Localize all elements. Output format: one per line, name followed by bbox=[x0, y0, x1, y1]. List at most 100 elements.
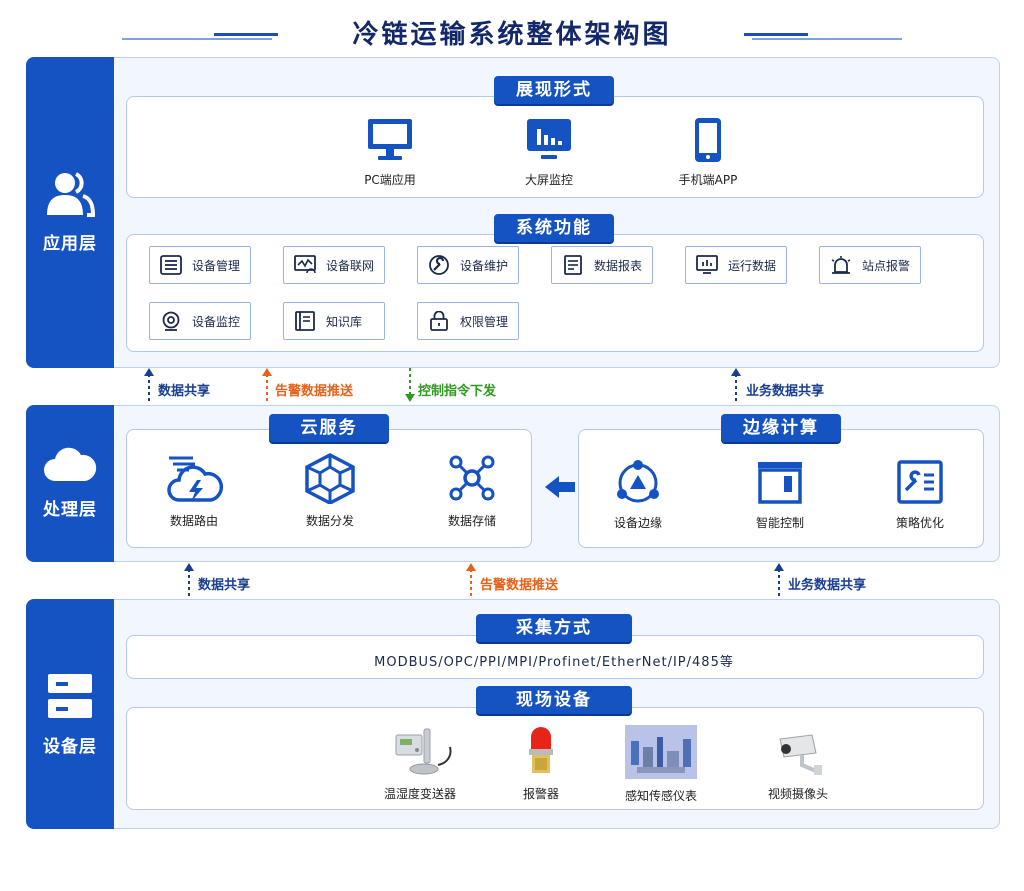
edge-item-smart-control: 智能控制 bbox=[740, 458, 820, 531]
lock-icon bbox=[430, 311, 448, 331]
network-chart-icon bbox=[294, 255, 316, 274]
display-heading: 展现形式 bbox=[494, 76, 614, 104]
circular-nodes-icon bbox=[617, 460, 659, 503]
cloud-item-routing: 数据路由 bbox=[154, 452, 234, 529]
node-graph-icon bbox=[449, 455, 495, 501]
diagram-title: 冷链运输系统整体架构图 bbox=[352, 20, 672, 50]
function-device-network[interactable]: 设备联网 bbox=[283, 246, 385, 284]
arrow-label-data-share-lower: 数据共享 bbox=[198, 578, 251, 593]
alarm-light-icon bbox=[831, 256, 851, 274]
title-deco-left bbox=[214, 33, 278, 36]
field-item-thermo-hygro: 温湿度变送器 bbox=[375, 725, 465, 802]
list-icon bbox=[160, 255, 182, 275]
function-device-management[interactable]: 设备管理 bbox=[149, 246, 251, 284]
mobile-phone-icon bbox=[695, 118, 721, 162]
function-knowledge-base[interactable]: 知识库 bbox=[283, 302, 385, 340]
arrow-control-command-down bbox=[405, 368, 415, 402]
function-runtime-data[interactable]: 运行数据 bbox=[685, 246, 787, 284]
cctv-camera-icon bbox=[779, 734, 822, 775]
device-layer-name: 设备层 bbox=[43, 736, 97, 757]
functions-heading: 系统功能 bbox=[494, 214, 614, 242]
edge-compute-heading: 边缘计算 bbox=[721, 414, 841, 442]
report-icon bbox=[564, 255, 582, 275]
cloud-item-storage: 数据存储 bbox=[432, 452, 512, 529]
field-item-alarm: 报警器 bbox=[496, 725, 586, 802]
arrow-business-share-up bbox=[731, 368, 741, 404]
function-label: 运行数据 bbox=[728, 258, 777, 273]
display-label-mobile: 手机端APP bbox=[678, 173, 738, 187]
cloud-icon bbox=[44, 447, 97, 481]
monitor-icon bbox=[368, 119, 412, 160]
title-deco-right-thin bbox=[752, 38, 902, 40]
field-label-alarm: 报警器 bbox=[522, 787, 559, 801]
display-item-mobile: 手机端APP bbox=[668, 117, 748, 188]
process-layer-tab: 处理层 bbox=[26, 405, 114, 562]
function-label: 设备联网 bbox=[326, 258, 375, 273]
arrow-label-alarm-push-lower: 告警数据推送 bbox=[480, 578, 559, 593]
cloud-lightning-icon bbox=[167, 456, 223, 502]
display-item-pc: PC端应用 bbox=[350, 117, 430, 188]
cloud-item-distribution: 数据分发 bbox=[290, 452, 370, 529]
sensor-instruments-icon bbox=[625, 725, 697, 779]
edge-to-cloud-arrow bbox=[545, 476, 575, 498]
edge-item-strategy-optimization: 策略优化 bbox=[880, 458, 960, 531]
arrow-data-share-up-lower bbox=[184, 563, 194, 599]
wrench-icon bbox=[429, 255, 449, 275]
edge-label-smart-control: 智能控制 bbox=[755, 516, 804, 530]
function-label: 设备维护 bbox=[460, 258, 509, 273]
function-device-maintenance[interactable]: 设备维护 bbox=[417, 246, 519, 284]
alarm-siren-icon bbox=[529, 727, 553, 773]
function-label: 设备管理 bbox=[192, 258, 241, 273]
edge-item-device-edge: 设备边缘 bbox=[598, 458, 678, 531]
arrow-label-data-share: 数据共享 bbox=[158, 384, 211, 399]
arrow-business-share-up-lower bbox=[774, 563, 784, 599]
function-permission-management[interactable]: 权限管理 bbox=[417, 302, 519, 340]
thermo-hygro-transmitter-icon bbox=[395, 728, 452, 775]
arrow-label-alarm-push: 告警数据推送 bbox=[275, 384, 354, 399]
field-item-camera: 视频摄像头 bbox=[753, 725, 843, 802]
arrow-label-control-command: 控制指令下发 bbox=[418, 384, 497, 399]
function-label: 数据报表 bbox=[594, 258, 643, 273]
cloud-service-heading: 云服务 bbox=[269, 414, 389, 442]
control-panel-icon bbox=[758, 462, 802, 504]
function-label: 知识库 bbox=[326, 314, 363, 329]
field-label-sensors: 感知传感仪表 bbox=[624, 789, 697, 803]
display-item-bigscreen: 大屏监控 bbox=[509, 117, 589, 188]
function-device-monitoring[interactable]: 设备监控 bbox=[149, 302, 251, 340]
function-label: 设备监控 bbox=[192, 314, 241, 329]
dashboard-screen-icon bbox=[527, 119, 571, 159]
process-layer-name: 处理层 bbox=[43, 500, 97, 520]
app-layer-tab: 应用层 bbox=[26, 57, 114, 368]
edge-label-device-edge: 设备边缘 bbox=[613, 516, 662, 530]
arrow-alarm-push-up bbox=[262, 368, 272, 404]
arrow-label-business-share: 业务数据共享 bbox=[746, 384, 825, 399]
hexagon-network-icon bbox=[305, 453, 355, 504]
tools-board-icon bbox=[897, 460, 943, 504]
function-label: 权限管理 bbox=[460, 314, 509, 329]
monitor-chart-icon bbox=[696, 255, 718, 274]
function-site-alarm[interactable]: 站点报警 bbox=[819, 246, 921, 284]
arrow-label-business-share-lower: 业务数据共享 bbox=[788, 578, 867, 593]
arrow-data-share-up bbox=[144, 368, 154, 404]
edge-label-strategy-optimization: 策略优化 bbox=[895, 516, 944, 530]
book-icon bbox=[295, 311, 315, 331]
users-icon bbox=[47, 172, 95, 217]
function-label: 站点报警 bbox=[862, 258, 911, 273]
field-label-thermo-hygro: 温湿度变送器 bbox=[383, 787, 456, 801]
cloud-label-routing: 数据路由 bbox=[169, 514, 218, 528]
title-deco-right bbox=[744, 33, 808, 36]
cloud-label-distribution: 数据分发 bbox=[305, 514, 354, 528]
webcam-icon bbox=[162, 311, 180, 331]
function-data-report[interactable]: 数据报表 bbox=[551, 246, 653, 284]
server-icon bbox=[48, 673, 92, 718]
field-label-camera: 视频摄像头 bbox=[767, 787, 828, 801]
device-layer-tab: 设备层 bbox=[26, 599, 114, 829]
protocol-list: MODBUS/OPC/PPI/MPI/Profinet/EtherNet/IP/… bbox=[374, 655, 734, 670]
display-label-pc: PC端应用 bbox=[364, 173, 416, 187]
app-layer-name: 应用层 bbox=[43, 234, 97, 254]
collect-method-heading: 采集方式 bbox=[476, 614, 632, 642]
field-device-heading: 现场设备 bbox=[476, 686, 632, 714]
field-item-sensors: 感知传感仪表 bbox=[616, 725, 706, 804]
arrow-alarm-push-up-lower bbox=[466, 563, 476, 599]
display-label-bigscreen: 大屏监控 bbox=[524, 173, 573, 187]
